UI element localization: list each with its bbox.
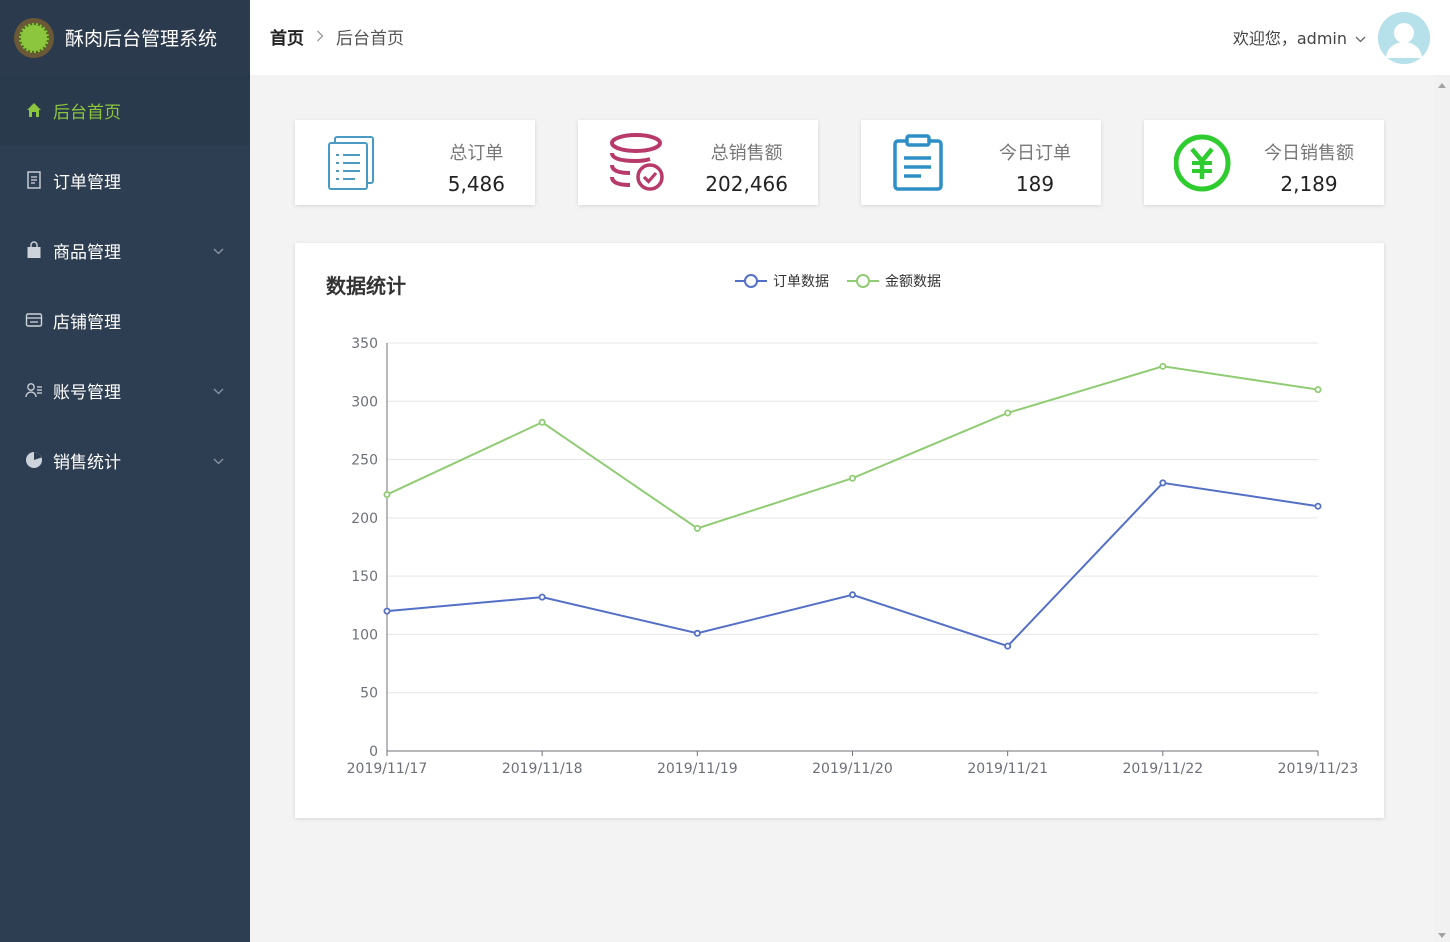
line-chart: 0 50 100 150 200 250 300 350 2019/11/17 2019/11/1…	[347, 274, 1359, 777]
x-tick-label: 2019/11/22	[1122, 761, 1203, 777]
x-tick-label: 2019/11/20	[812, 761, 893, 777]
stat-value: 202,466	[705, 172, 788, 196]
data-point	[1004, 409, 1012, 417]
chevron-right-icon	[316, 27, 324, 47]
sidebar-item-orders[interactable]: 订单管理	[0, 145, 250, 215]
scroll-up-arrow-icon[interactable]	[1438, 83, 1446, 88]
data-point	[383, 607, 391, 615]
y-tick-label: 50	[360, 686, 378, 702]
app-title: 酥肉后台管理系统	[65, 28, 218, 50]
sidebar-item-accounts[interactable]: 账号管理	[0, 355, 250, 425]
y-tick-label: 350	[351, 336, 378, 352]
data-point	[693, 524, 701, 532]
x-tick-label: 2019/11/17	[347, 761, 428, 777]
sidebar: 酥肉后台管理系统 后台首页 订单管理 商品管理 店铺管理 账号管理 销售统计	[0, 0, 250, 942]
data-point	[1004, 642, 1012, 650]
welcome-text: 欢迎您，admin	[1232, 29, 1347, 48]
series-line	[386, 365, 1319, 530]
stat-label: 今日订单	[999, 143, 1071, 164]
sidebar-header: 酥肉后台管理系统	[0, 0, 250, 75]
y-tick-label: 300	[351, 394, 378, 410]
y-tick-label: 150	[351, 569, 378, 585]
series-line	[386, 481, 1319, 648]
breadcrumb-current: 后台首页	[336, 29, 404, 49]
y-tick-label: 250	[351, 453, 378, 469]
stat-card-today-sales: 今日销售额 2,189	[1144, 120, 1384, 205]
legend-label: 金额数据	[885, 274, 941, 290]
clipboard-icon	[891, 133, 951, 193]
home-icon	[25, 101, 43, 119]
stat-card-total-orders: 总订单 5,486	[295, 120, 535, 205]
sidebar-item-stores[interactable]: 店铺管理	[0, 285, 250, 355]
data-point	[849, 474, 857, 482]
scroll-down-arrow-icon[interactable]	[1438, 933, 1446, 938]
y-tick-label: 100	[351, 627, 378, 643]
y-tick-label: 200	[351, 511, 378, 527]
data-point	[1159, 362, 1167, 370]
data-point	[693, 629, 701, 637]
sidebar-item-label: 后台首页	[53, 102, 121, 123]
store-icon	[25, 311, 43, 329]
sidebar-item-home[interactable]: 后台首页	[0, 75, 250, 145]
sidebar-item-label: 账号管理	[53, 382, 121, 403]
breadcrumb: 首页 后台首页	[270, 24, 404, 49]
stat-value: 189	[1015, 172, 1055, 196]
document-list-icon	[325, 133, 385, 193]
chevron-down-icon	[213, 380, 224, 400]
legend-marker	[744, 274, 758, 288]
sidebar-item-label: 订单管理	[53, 172, 121, 193]
data-point	[383, 491, 391, 499]
bag-icon	[25, 241, 43, 259]
data-point	[1314, 386, 1322, 394]
x-tick-label: 2019/11/19	[657, 761, 738, 777]
user-list-icon	[25, 381, 43, 399]
data-point	[1159, 479, 1167, 487]
data-point	[1314, 502, 1322, 510]
sidebar-item-products[interactable]: 商品管理	[0, 215, 250, 285]
vertical-scrollbar[interactable]	[1434, 75, 1450, 942]
stat-value: 2,189	[1280, 172, 1338, 196]
order-icon	[25, 171, 43, 189]
data-point	[538, 593, 546, 601]
breadcrumb-home-link[interactable]: 首页	[270, 24, 304, 49]
sidebar-item-sales-stats[interactable]: 销售统计	[0, 425, 250, 495]
stat-value: 5,486	[447, 172, 505, 196]
data-stats-panel: 数据统计 0 50 100 150 200 250 300 350 2019/11/17 2019…	[295, 243, 1384, 818]
coins-check-icon	[608, 133, 668, 193]
pie-chart-icon	[25, 451, 43, 469]
chevron-down-icon	[213, 450, 224, 470]
stat-card-total-sales: 总销售额 202,466	[578, 120, 818, 205]
legend-marker	[856, 274, 870, 288]
stat-label: 总销售额	[710, 143, 783, 164]
yuan-circle-icon	[1173, 133, 1234, 193]
top-header: 首页 后台首页 欢迎您，admin	[250, 0, 1450, 75]
avatar[interactable]	[1378, 12, 1430, 64]
sidebar-item-label: 商品管理	[53, 242, 121, 263]
x-tick-label: 2019/11/18	[502, 761, 583, 777]
x-tick-label: 2019/11/21	[967, 761, 1048, 777]
stat-card-today-orders: 今日订单 189	[861, 120, 1101, 205]
y-tick-label: 0	[369, 744, 378, 760]
x-tick-label: 2019/11/23	[1278, 761, 1359, 777]
data-point	[849, 591, 857, 599]
user-menu-trigger[interactable]: 欢迎您，admin	[1233, 25, 1366, 49]
sidebar-item-label: 销售统计	[53, 452, 121, 473]
legend-label: 订单数据	[773, 274, 829, 290]
chevron-down-icon	[1355, 28, 1366, 47]
chevron-down-icon	[213, 240, 224, 260]
stat-label: 今日销售额	[1264, 143, 1354, 164]
stat-label: 总订单	[449, 143, 504, 164]
sidebar-item-label: 店铺管理	[53, 312, 121, 333]
kiwi-logo-icon	[14, 17, 54, 58]
data-point	[538, 418, 546, 426]
